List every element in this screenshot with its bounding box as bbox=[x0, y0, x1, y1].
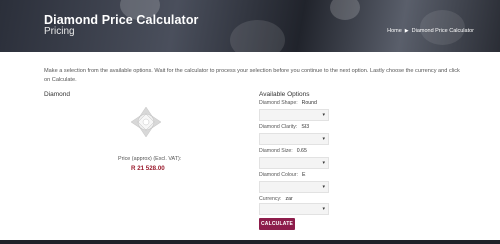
chevron-right-icon: ▶ bbox=[404, 28, 409, 34]
breadcrumb: Home ▶ Diamond Price Calculator bbox=[387, 28, 474, 34]
shape-value: Round bbox=[301, 100, 317, 106]
chevron-down-icon: ▾ bbox=[322, 136, 325, 142]
page-subtitle: Pricing bbox=[44, 26, 75, 37]
clarity-label: Diamond Clarity: SI3 bbox=[259, 124, 309, 130]
page-title: Diamond Price Calculator bbox=[44, 13, 199, 27]
shape-select[interactable]: ▾ bbox=[259, 109, 329, 121]
colour-select[interactable]: ▾ bbox=[259, 181, 329, 193]
size-select[interactable]: ▾ bbox=[259, 157, 329, 169]
calculate-button[interactable]: CALCULATE bbox=[259, 218, 295, 230]
clarity-label-text: Diamond Clarity: bbox=[259, 124, 298, 130]
shape-label: Diamond Shape: Round bbox=[259, 100, 317, 106]
clarity-select[interactable]: ▾ bbox=[259, 133, 329, 145]
currency-label: Currency: zar bbox=[259, 196, 293, 202]
clarity-value: SI3 bbox=[301, 124, 310, 130]
diamond-image bbox=[130, 106, 162, 138]
colour-value: E bbox=[301, 172, 306, 178]
diamond-heading: Diamond bbox=[44, 91, 71, 98]
currency-value: zar bbox=[285, 196, 293, 202]
banner-sparkle bbox=[330, 0, 360, 20]
footer-divider bbox=[0, 240, 500, 244]
chevron-down-icon: ▾ bbox=[322, 160, 325, 166]
currency-select[interactable]: ▾ bbox=[259, 203, 329, 215]
size-label: Diamond Size: 0.65 bbox=[259, 148, 307, 154]
shape-label-text: Diamond Shape: bbox=[259, 100, 298, 106]
colour-label-text: Diamond Colour: bbox=[259, 172, 298, 178]
breadcrumb-current: Diamond Price Calculator bbox=[411, 28, 474, 34]
colour-label: Diamond Colour: E bbox=[259, 172, 305, 178]
currency-label-text: Currency: bbox=[259, 196, 282, 202]
hero-banner: Diamond Price Calculator Pricing Home ▶ … bbox=[0, 0, 500, 52]
price-label: Price (approx) (Excl. VAT): bbox=[118, 156, 182, 162]
breadcrumb-home-link[interactable]: Home bbox=[387, 28, 402, 34]
size-label-text: Diamond Size: bbox=[259, 148, 293, 154]
chevron-down-icon: ▾ bbox=[322, 184, 325, 190]
size-value: 0.65 bbox=[296, 148, 307, 154]
chevron-down-icon: ▾ bbox=[322, 112, 325, 118]
intro-text: Make a selection from the available opti… bbox=[44, 68, 460, 83]
banner-sparkle bbox=[230, 20, 285, 52]
chevron-down-icon: ▾ bbox=[322, 206, 325, 212]
price-value: R 21 528.00 bbox=[131, 165, 165, 172]
available-options-heading: Available Options bbox=[259, 91, 310, 98]
